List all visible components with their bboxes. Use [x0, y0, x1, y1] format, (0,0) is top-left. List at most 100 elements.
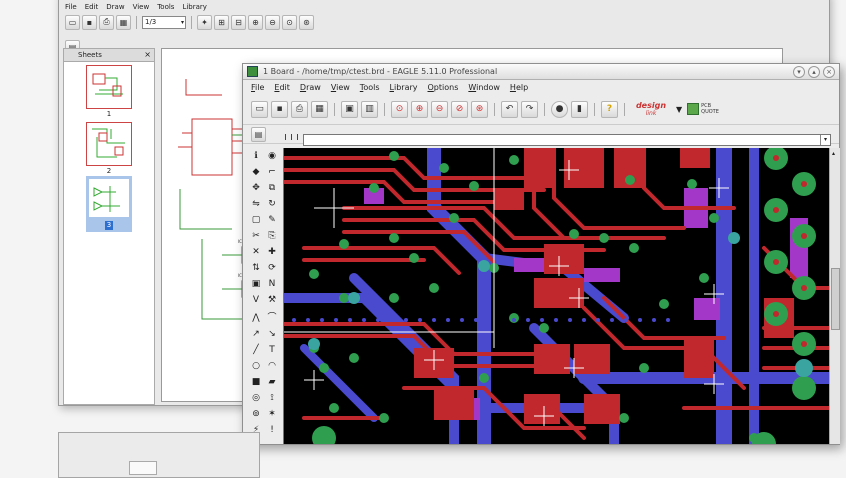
hole-icon[interactable]: ⊚: [249, 407, 263, 421]
menu-tools[interactable]: Tools: [360, 83, 380, 92]
add-icon[interactable]: ✚: [265, 245, 279, 259]
signal-icon[interactable]: ⟟: [265, 391, 279, 405]
save-icon[interactable]: ▪: [271, 100, 288, 118]
background-window-bottom: [58, 432, 260, 478]
vertical-scrollbar[interactable]: ▴: [829, 148, 840, 444]
zoom-redraw-icon[interactable]: ⊘: [451, 100, 468, 118]
board-icon[interactable]: ▥: [361, 100, 378, 118]
sheet-thumbnail[interactable]: [86, 122, 132, 166]
split-icon[interactable]: ⋀: [249, 311, 263, 325]
pcb-quote-logo[interactable]: PCB QUOTE: [687, 103, 719, 115]
stop-icon[interactable]: ●: [551, 100, 568, 118]
chevron-down-icon[interactable]: ▼: [676, 105, 682, 114]
info-icon[interactable]: ℹ: [249, 149, 263, 163]
menu-library[interactable]: Library: [390, 83, 418, 92]
back-menu-view[interactable]: View: [133, 3, 150, 11]
wire-icon[interactable]: ╱: [249, 343, 263, 357]
ripup-icon[interactable]: ↘: [265, 327, 279, 341]
circle-icon[interactable]: ○: [249, 359, 263, 373]
close-window-button[interactable]: ×: [823, 65, 835, 78]
erc-icon[interactable]: !: [265, 423, 279, 437]
optimize-icon[interactable]: ⌒: [265, 309, 279, 323]
zoom-out-icon[interactable]: ⊖: [265, 14, 280, 30]
minimize-button[interactable]: ▾: [793, 65, 805, 78]
sheet-thumbnail-selected[interactable]: 3: [86, 176, 132, 232]
zoom-in-icon[interactable]: ⊕: [248, 14, 263, 30]
move-icon[interactable]: ✥: [249, 181, 263, 195]
rotate-icon[interactable]: ↻: [265, 197, 279, 211]
menu-window[interactable]: Window: [468, 83, 500, 92]
go-icon[interactable]: ▮: [571, 100, 588, 118]
redo-icon[interactable]: ↷: [521, 100, 538, 118]
mark-icon[interactable]: ⌐: [265, 165, 279, 179]
grid-icon[interactable]: ✦: [197, 14, 212, 30]
maximize-button[interactable]: ▴: [808, 65, 820, 78]
window-title: 1 Board - /home/tmp/ctest.brd - EAGLE 5.…: [263, 67, 498, 76]
print-icon[interactable]: ⎙: [99, 14, 114, 30]
zoom-select[interactable]: 1/3 ▾: [142, 15, 186, 29]
zoom-fit-icon[interactable]: ⊙: [391, 100, 408, 118]
cam-icon[interactable]: ▦: [311, 100, 328, 118]
cut-icon[interactable]: ✂: [249, 229, 263, 243]
text-icon[interactable]: T: [265, 343, 279, 357]
back-menu-draw[interactable]: Draw: [106, 3, 124, 11]
zoom-area-icon[interactable]: ⊟: [231, 14, 246, 30]
change-icon[interactable]: ✎: [265, 213, 279, 227]
back-menu-library[interactable]: Library: [182, 3, 206, 11]
display-icon[interactable]: ◆: [249, 165, 263, 179]
lock-icon[interactable]: ▣: [249, 277, 263, 291]
back-menu-file[interactable]: File: [65, 3, 77, 11]
back-menu-edit[interactable]: Edit: [85, 3, 99, 11]
menu-draw[interactable]: Draw: [300, 83, 321, 92]
print-icon[interactable]: ⎙: [291, 100, 308, 118]
polygon-icon[interactable]: ▰: [265, 375, 279, 389]
show-icon[interactable]: ◉: [265, 149, 279, 163]
copy-icon[interactable]: ⧉: [265, 181, 279, 195]
zoom-select-icon[interactable]: ⊛: [299, 14, 314, 30]
zoom-select-icon[interactable]: ⊛: [471, 100, 488, 118]
zoom-redraw-icon[interactable]: ⊙: [282, 14, 297, 30]
zoom-out-icon[interactable]: ⊖: [431, 100, 448, 118]
scroll-up-icon[interactable]: ▴: [832, 150, 835, 157]
save-icon[interactable]: ▪: [82, 14, 97, 30]
pcb-quote-line2: QUOTE: [701, 109, 719, 115]
sheet-thumbnail[interactable]: [86, 65, 132, 109]
zoom-fit-icon[interactable]: ⊞: [214, 14, 229, 30]
close-icon[interactable]: ×: [144, 49, 151, 61]
schematic-icon[interactable]: ▣: [341, 100, 358, 118]
arc-icon[interactable]: ◠: [265, 359, 279, 373]
ratsnest-icon[interactable]: ✶: [265, 407, 279, 421]
menu-options[interactable]: Options: [428, 83, 459, 92]
rect-icon[interactable]: ■: [249, 375, 263, 389]
command-line-input[interactable]: ▾: [303, 134, 831, 146]
menu-help[interactable]: Help: [510, 83, 528, 92]
undo-icon[interactable]: ↶: [501, 100, 518, 118]
board-canvas[interactable]: [283, 148, 830, 444]
open-icon[interactable]: ▭: [65, 14, 80, 30]
pinswap-icon[interactable]: ⇅: [249, 261, 263, 275]
mirror-icon[interactable]: ⇋: [249, 197, 263, 211]
paste-icon[interactable]: ⎘: [265, 229, 279, 243]
chevron-down-icon[interactable]: ▾: [820, 135, 830, 145]
route-icon[interactable]: ↗: [249, 327, 263, 341]
smash-icon[interactable]: ⚒: [265, 293, 279, 307]
menu-bar: File Edit Draw View Tools Library Option…: [243, 80, 839, 94]
back-menu-tools[interactable]: Tools: [157, 3, 174, 11]
help-icon[interactable]: ?: [601, 100, 618, 118]
value-icon[interactable]: V: [249, 293, 263, 307]
group-icon[interactable]: ▢: [249, 213, 263, 227]
zoom-in-icon[interactable]: ⊕: [411, 100, 428, 118]
menu-edit[interactable]: Edit: [274, 83, 290, 92]
replace-icon[interactable]: ⟳: [265, 261, 279, 275]
delete-icon[interactable]: ✕: [249, 245, 263, 259]
menu-view[interactable]: View: [331, 83, 350, 92]
parameter-icon[interactable]: ▤: [251, 126, 266, 142]
name-icon[interactable]: N: [265, 277, 279, 291]
open-icon[interactable]: ▭: [251, 100, 268, 118]
via-icon[interactable]: ◎: [249, 391, 263, 405]
cam-icon[interactable]: ▦: [116, 14, 131, 30]
menu-file[interactable]: File: [251, 83, 264, 92]
bottom-control[interactable]: [129, 461, 157, 475]
designlink-logo[interactable]: design link: [631, 99, 671, 119]
scrollbar-thumb[interactable]: [831, 268, 840, 330]
